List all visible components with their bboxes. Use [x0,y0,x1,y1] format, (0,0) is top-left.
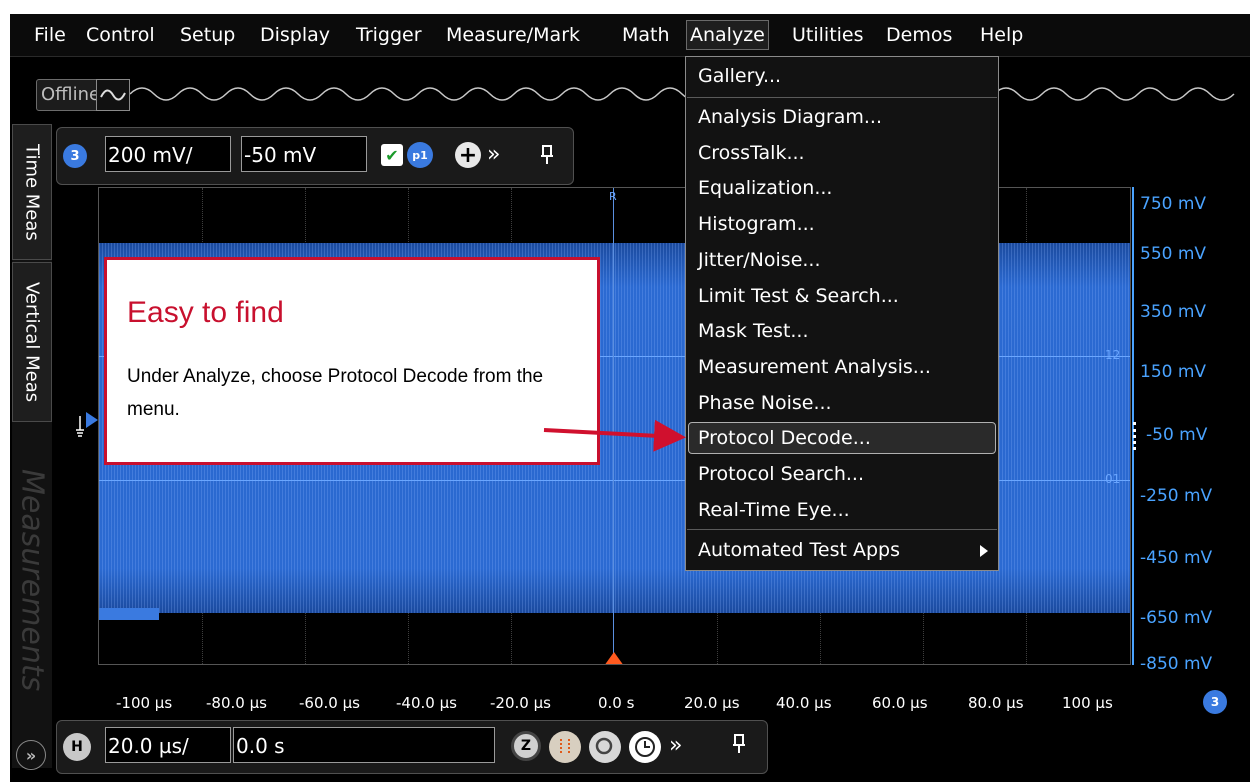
x-axis-label: 60.0 µs [872,694,928,712]
y-axis-label: -250 mV [1140,486,1213,506]
y-axis-label: -50 mV [1146,425,1208,445]
expand-panel-button[interactable]: » [16,740,46,770]
y-axis-label: -450 mV [1140,548,1213,568]
channel-indicator-bar [99,608,159,620]
trigger-center-line [613,188,614,664]
oscilloscope-app: File Control Setup Display Trigger Measu… [0,0,1250,782]
menu-item-crosstalk[interactable]: CrossTalk... [698,139,805,167]
sine-icon [100,89,126,101]
callout-title: Easy to find [127,296,284,329]
horizontal-toolbar: H 20.0 µs/ 0.0 s Z » [56,720,768,774]
menu-item-gallery[interactable]: Gallery... [698,62,781,90]
analyze-menu-dropdown: Gallery... Analysis Diagram... CrossTalk… [685,56,999,571]
menu-measure-mark[interactable]: Measure/Mark [446,22,580,48]
y-axis-label: -650 mV [1140,608,1213,628]
x-axis-label: -40.0 µs [396,694,457,712]
menu-item-protocol-decode[interactable]: Protocol Decode... [698,424,871,452]
marker-r-label: R [609,190,617,203]
menu-separator [687,97,997,98]
vertical-scale-field[interactable]: 200 mV/ [105,136,231,172]
probe-badge[interactable]: p1 [407,142,433,168]
menu-separator [687,529,997,530]
menu-item-equalization[interactable]: Equalization... [698,174,832,202]
menu-item-automated-test-apps[interactable]: Automated Test Apps [698,536,900,564]
magnifier-icon[interactable] [589,731,621,763]
tab-vertical-meas[interactable]: Vertical Meas [12,262,52,422]
menu-item-real-time-eye[interactable]: Real-Time Eye... [698,496,850,524]
x-axis-label: -60.0 µs [299,694,360,712]
menu-math[interactable]: Math [622,22,670,48]
channel-corner-badge[interactable]: 3 [1203,690,1227,714]
menu-item-measurement-analysis[interactable]: Measurement Analysis... [698,353,931,381]
waveform-toggle-button[interactable] [96,79,130,111]
menu-item-limit-test[interactable]: Limit Test & Search... [698,282,899,310]
status-strip [10,72,1250,116]
zoom-badge[interactable]: Z [511,731,541,761]
x-axis-label: 40.0 µs [776,694,832,712]
channel-toolbar: 3 200 mV/ -50 mV ✔ p1 + » [56,127,574,185]
y-axis-label: -850 mV [1140,654,1213,674]
marker-12-label: 12 [1105,348,1121,362]
add-icon[interactable]: + [455,142,481,168]
pin-icon[interactable] [731,733,747,755]
x-axis-label: -20.0 µs [490,694,551,712]
x-axis-label: -100 µs [116,694,173,712]
more-icon[interactable]: » [487,144,500,166]
menu-help[interactable]: Help [980,22,1023,48]
offline-button[interactable]: Offline [36,79,106,111]
horizontal-position-field[interactable]: 0.0 s [233,727,495,763]
menu-item-phase-noise[interactable]: Phase Noise... [698,389,832,417]
checkbox-icon[interactable]: ✔ [381,144,403,166]
measurements-tab-ghost[interactable]: Measurements [12,440,52,720]
callout-body: Under Analyze, choose Protocol Decode fr… [127,366,544,420]
channel-badge[interactable]: 3 [63,144,87,168]
y-axis-label: 350 mV [1140,302,1207,322]
submenu-arrow-icon [980,545,988,557]
menu-demos[interactable]: Demos [886,22,952,48]
vertical-offset-field[interactable]: -50 mV [241,136,367,172]
trigger-position-icon[interactable] [604,648,624,665]
callout-box: Easy to find Under Analyze, choose Proto… [104,257,600,465]
pin-icon[interactable] [539,144,555,166]
cursor-icon[interactable] [549,731,581,763]
menu-item-protocol-search[interactable]: Protocol Search... [698,460,864,488]
x-axis-label: 20.0 µs [684,694,740,712]
marker-01-label: 01 [1105,472,1121,486]
menu-file[interactable]: File [34,22,66,48]
more-icon[interactable]: » [669,735,682,757]
menu-utilities[interactable]: Utilities [792,22,864,48]
x-axis-label: -80.0 µs [206,694,267,712]
menu-analyze[interactable]: Analyze [686,20,769,50]
menu-control[interactable]: Control [86,22,155,48]
timebase-field[interactable]: 20.0 µs/ [105,727,231,763]
menu-item-mask-test[interactable]: Mask Test... [698,317,809,345]
x-axis-label: 80.0 µs [968,694,1024,712]
menu-trigger[interactable]: Trigger [356,22,422,48]
channel-ground-marker-icon[interactable] [74,408,100,438]
x-axis-label: 0.0 s [598,694,635,712]
menu-item-histogram[interactable]: Histogram... [698,210,815,238]
offset-drag-handle[interactable] [1133,422,1139,450]
horizontal-badge[interactable]: H [63,733,91,761]
menu-item-jitter-noise[interactable]: Jitter/Noise... [698,246,821,274]
tab-time-meas[interactable]: Time Meas [12,124,52,260]
y-axis-label: 550 mV [1140,244,1207,264]
menu-setup[interactable]: Setup [180,22,235,48]
menu-item-analysis-diagram[interactable]: Analysis Diagram... [698,103,882,131]
menu-display[interactable]: Display [260,22,330,48]
clock-icon[interactable] [629,731,661,763]
y-axis-label: 750 mV [1140,194,1207,214]
menu-bar: File Control Setup Display Trigger Measu… [10,14,1250,57]
y-axis-label: 150 mV [1140,362,1207,382]
x-axis-label: 100 µs [1062,694,1113,712]
